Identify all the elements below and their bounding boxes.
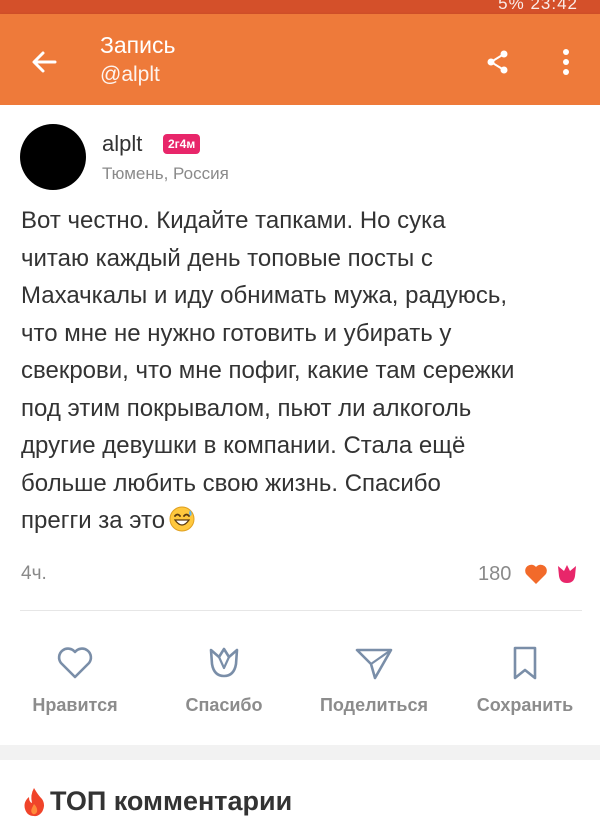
top-comments-section: ТОП комментарии — [0, 760, 600, 839]
author-name[interactable]: alplt — [102, 131, 142, 157]
post-card: alplt 2г4м Тюмень, Россия Вот честно. Ки… — [0, 105, 600, 745]
back-arrow-icon — [32, 51, 57, 73]
post-text: Вот честно. Кидайте тапками. Но сука чит… — [21, 207, 515, 534]
post-time: 4ч. — [21, 563, 47, 584]
back-button[interactable] — [22, 40, 66, 84]
send-icon — [355, 648, 393, 680]
age-badge: 2г4м — [163, 134, 201, 154]
page-subtitle: @alplt — [100, 63, 160, 86]
divider — [20, 610, 582, 611]
share-action-button[interactable]: Поделиться — [314, 645, 434, 716]
author-location: Тюмень, Россия — [102, 164, 229, 183]
share-icon — [487, 50, 508, 74]
heart-filled-icon — [525, 564, 547, 584]
thanks-button[interactable]: Спасибо — [164, 645, 284, 716]
status-time: 5% 23:42 — [498, 0, 578, 13]
app-bar: Запись @alplt — [0, 14, 600, 105]
avatar[interactable] — [20, 124, 86, 190]
like-button[interactable]: Нравится — [15, 645, 135, 716]
save-button[interactable]: Сохранить — [465, 645, 585, 716]
heart-icon — [57, 647, 93, 679]
top-comments-title: ТОП комментарии — [50, 786, 293, 816]
like-label: Нравится — [32, 695, 118, 715]
top-comments-heading: ТОП комментарии — [22, 786, 292, 817]
status-bar: 5% 23:42 — [0, 0, 600, 14]
share-label: Поделиться — [319, 695, 429, 715]
grinning-sweat-emoji — [169, 506, 195, 532]
more-button[interactable] — [550, 42, 582, 82]
thanks-label: Спасибо — [185, 695, 263, 715]
likes-count: 180 — [478, 563, 512, 585]
page-title: Запись — [100, 32, 176, 58]
fire-icon — [24, 787, 44, 816]
save-label: Сохранить — [476, 695, 574, 715]
bookmark-icon — [513, 646, 537, 680]
tulip-filled-icon — [558, 565, 576, 583]
tulip-icon — [209, 647, 239, 678]
post-body: Вот честно. Кидайте тапками. Но сука чит… — [21, 202, 591, 540]
header-title-block: Запись @alplt — [100, 30, 175, 90]
more-vertical-icon — [563, 49, 569, 75]
share-button[interactable] — [480, 44, 516, 80]
